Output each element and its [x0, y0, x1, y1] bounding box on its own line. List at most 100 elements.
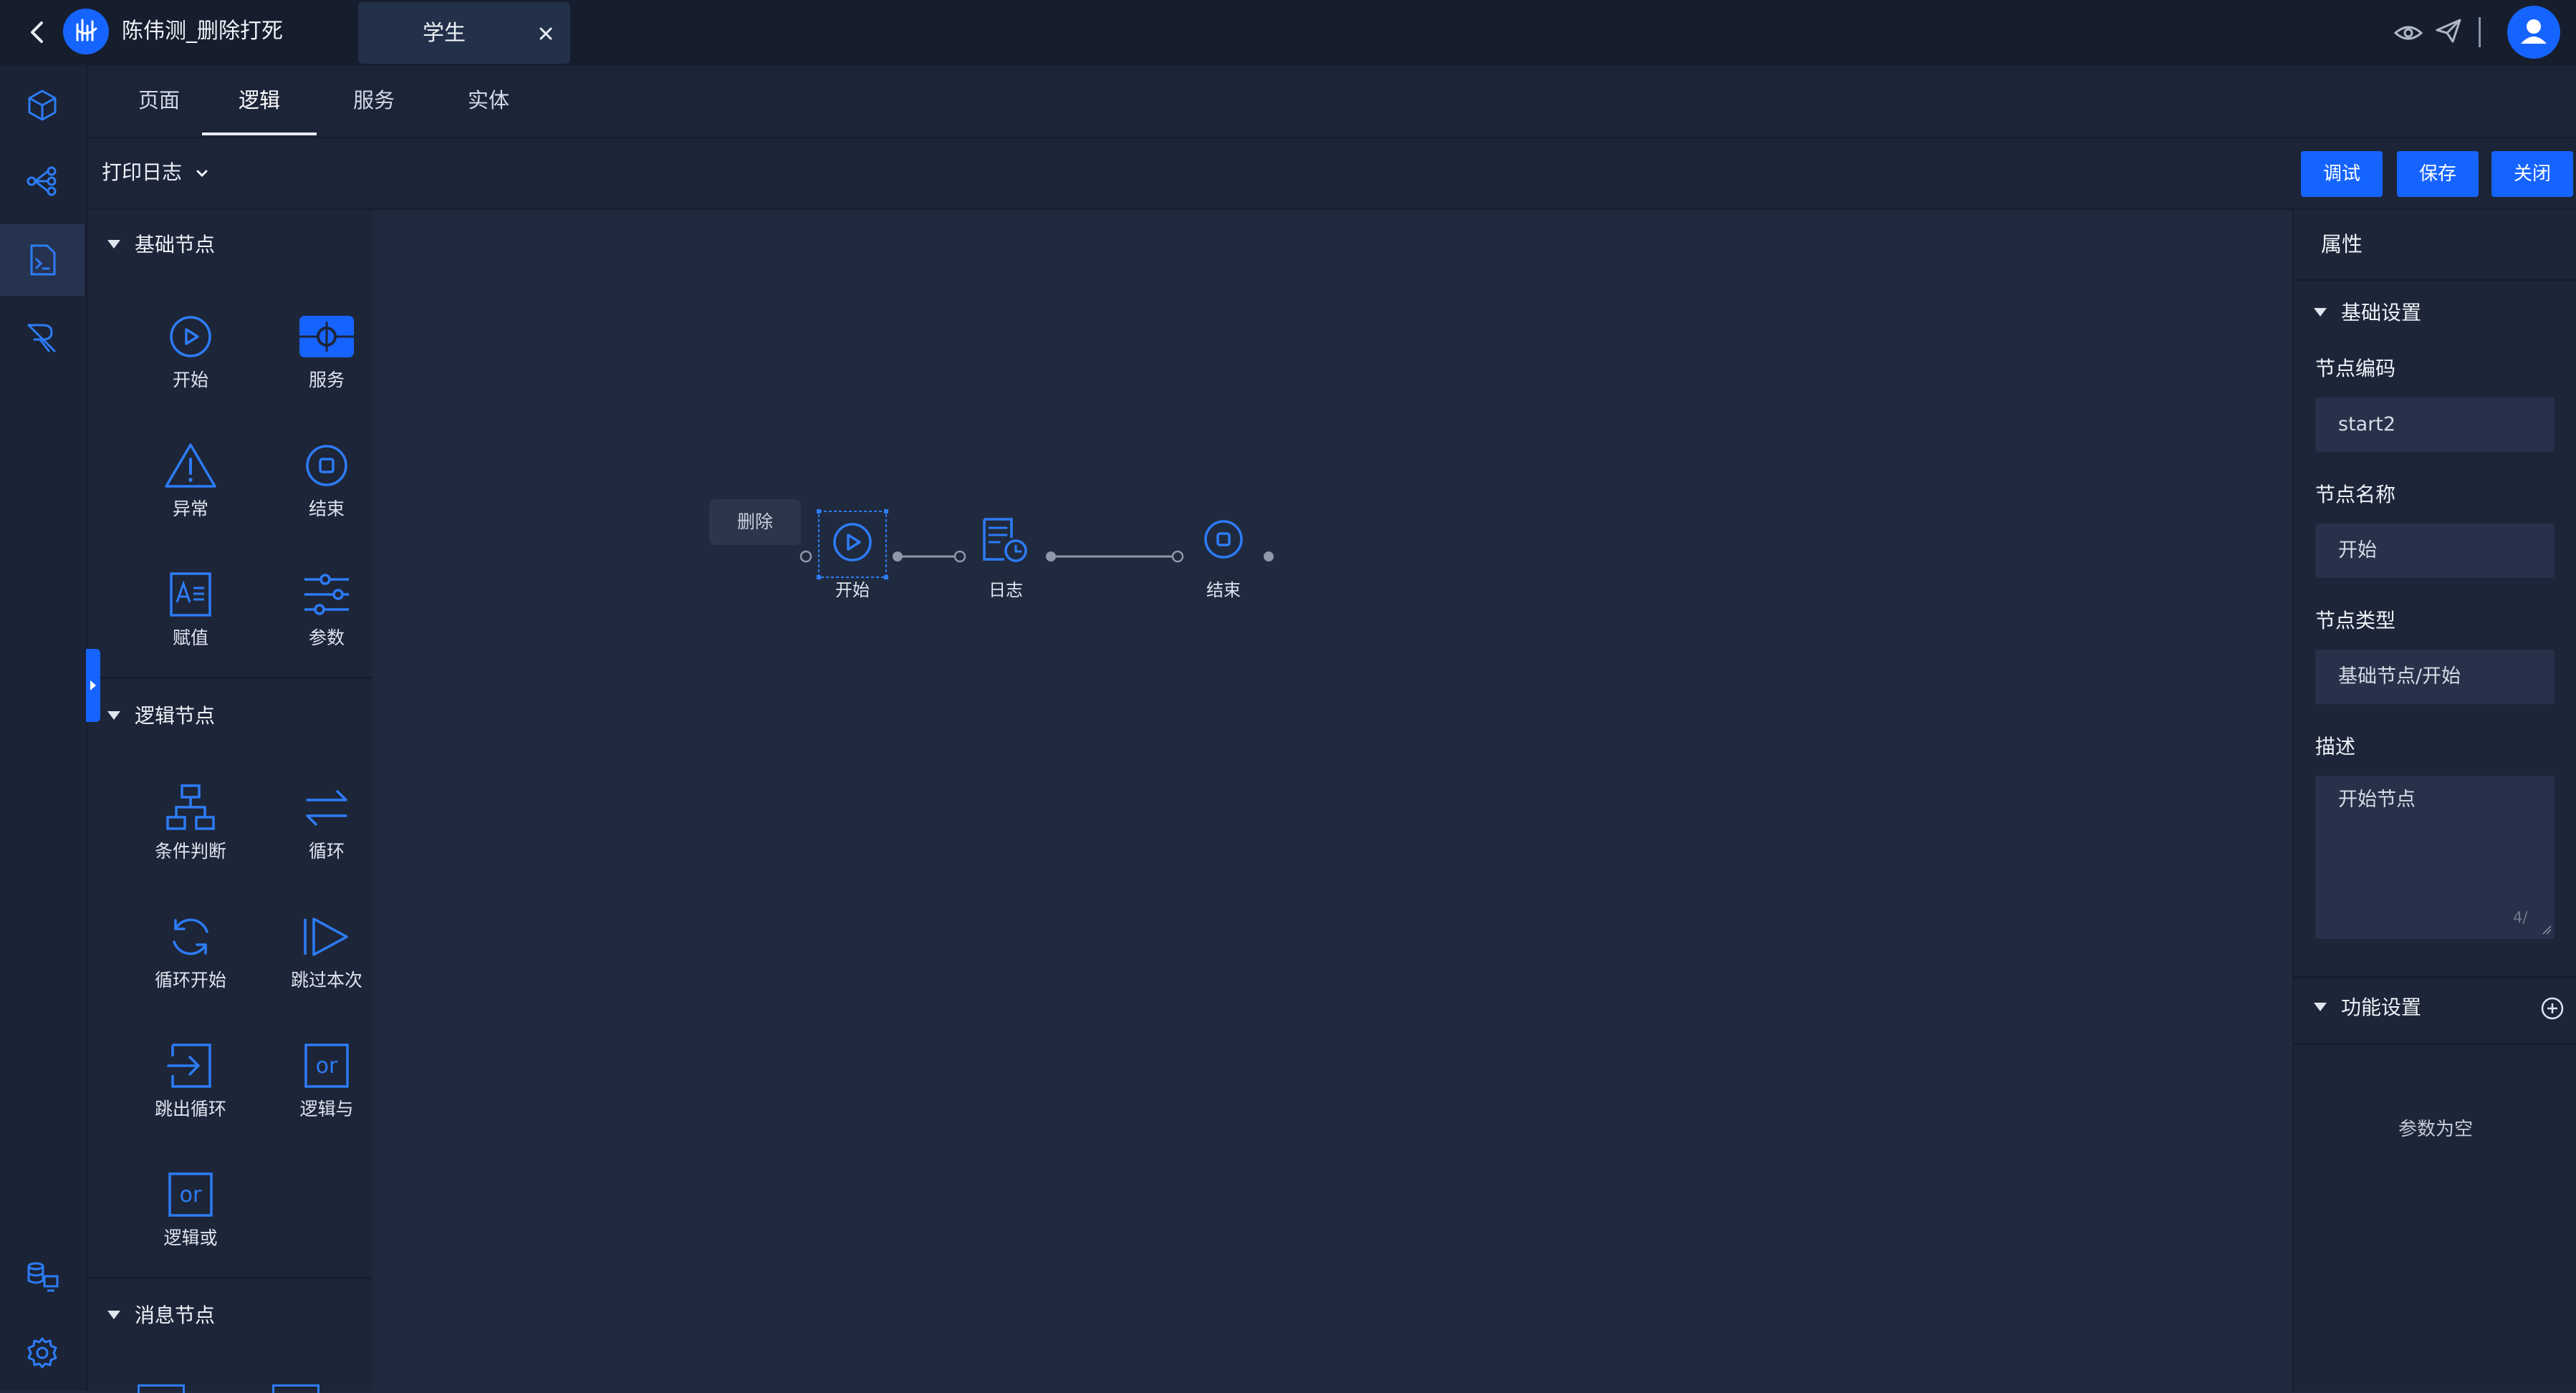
tab-entity[interactable]: 实体: [446, 65, 532, 135]
rail-item-database[interactable]: [0, 1241, 85, 1313]
partial-node-icon: [272, 1384, 319, 1393]
toolbar: 打印日志 调试 保存 关闭: [87, 138, 2576, 210]
palette-item-label: 逻辑与: [299, 1099, 354, 1119]
caret-down-icon: [107, 240, 120, 249]
palette-item-service[interactable]: 服务: [269, 312, 384, 405]
refresh-icon: [173, 918, 208, 955]
section-title: 功能设置: [2341, 996, 2422, 1019]
description-label: 描述: [2315, 735, 2356, 758]
palette-item-label: 逻辑或: [163, 1228, 218, 1248]
database-icon: [27, 1262, 59, 1292]
section-title: 逻辑节点: [135, 704, 216, 728]
collapse-panel-button[interactable]: [86, 649, 100, 722]
palette-item-end[interactable]: 结束: [269, 440, 384, 534]
palette-item-exception[interactable]: 异常: [133, 440, 248, 534]
divider: [87, 677, 373, 679]
save-button[interactable]: 保存: [2397, 151, 2479, 197]
section-logic-nodes[interactable]: 逻辑节点: [87, 692, 373, 742]
palette-item-loop-start[interactable]: 循环开始: [133, 912, 248, 1005]
palette-item-skip[interactable]: 跳过本次: [269, 912, 384, 1005]
rail-item-page[interactable]: [0, 69, 85, 141]
char-counter: 4/: [2513, 909, 2528, 926]
flow-node-label: 开始: [835, 580, 870, 600]
palette-item-label: 赋值: [172, 627, 208, 648]
palette-item-label: 循环开始: [154, 970, 226, 990]
app-logo-icon: [63, 9, 109, 54]
close-icon[interactable]: [533, 21, 559, 47]
rail-item-flow[interactable]: [0, 145, 85, 217]
properties-panel: 属性 基础设置 节点编码 start2 节点名称 开始 节点类型 基础节点/开始…: [2292, 210, 2576, 1391]
palette-item-assign[interactable]: 赋值: [133, 569, 248, 662]
back-arrow-icon[interactable]: [20, 14, 56, 50]
tab-logic[interactable]: 逻辑: [202, 65, 317, 135]
flow-node-log[interactable]: [980, 516, 1032, 565]
avatar[interactable]: [2507, 6, 2560, 59]
close-button[interactable]: 关闭: [2491, 151, 2573, 197]
debug-button[interactable]: 调试: [2301, 151, 2383, 197]
palette-item-break-loop[interactable]: 跳出循环: [133, 1041, 248, 1134]
node-name-label: 节点名称: [2315, 483, 2396, 506]
api-icon: [27, 324, 56, 352]
flow-node-start[interactable]: [830, 519, 875, 565]
flow-canvas[interactable]: 删除 开始 日志 结束: [374, 210, 2291, 1391]
node-palette: 基础节点 开始 服务 异常 结束 赋值 参数 逻辑节点 条件判断 循环 循环开始: [87, 210, 373, 1393]
logic-or-icon: or: [168, 1172, 213, 1217]
palette-item-logic-and[interactable]: or 逻辑与: [269, 1041, 384, 1134]
palette-item-params[interactable]: 参数: [269, 569, 384, 662]
flow-node-label: 结束: [1206, 580, 1241, 600]
tab-service[interactable]: 服务: [331, 65, 417, 135]
rail-item-api[interactable]: [0, 302, 85, 373]
description-textarea[interactable]: 开始节点 4/: [2315, 776, 2555, 939]
exit-loop-icon: [167, 1043, 211, 1088]
divider: [87, 1277, 373, 1279]
skip-icon: [304, 917, 348, 956]
node-name-field[interactable]: 开始: [2315, 524, 2555, 578]
palette-item-loop[interactable]: 循环: [269, 783, 384, 876]
svg-text:or: or: [180, 1182, 202, 1208]
logic-selector[interactable]: 打印日志: [102, 157, 210, 188]
section-message-nodes[interactable]: 消息节点: [87, 1291, 373, 1341]
node-code-field[interactable]: start2: [2315, 397, 2555, 452]
section-function-settings[interactable]: 功能设置: [2294, 983, 2576, 1033]
section-basic-nodes[interactable]: 基础节点: [87, 221, 373, 271]
app-title: 陈伟测_删除打死: [122, 19, 283, 44]
tab-page[interactable]: 页面: [116, 65, 202, 135]
chevron-down-icon: [196, 170, 208, 178]
logic-and-icon: or: [304, 1043, 349, 1088]
palette-item-start[interactable]: 开始: [133, 312, 248, 405]
branch-icon: [166, 784, 215, 830]
palette-item-label: 服务: [308, 370, 345, 390]
eye-icon[interactable]: [2391, 16, 2426, 50]
palette-item-condition[interactable]: 条件判断: [133, 783, 248, 876]
open-tab-label: 学生: [423, 21, 466, 46]
icon-rail: [0, 65, 87, 1391]
caret-down-icon: [107, 711, 120, 720]
rail-item-settings[interactable]: [0, 1317, 85, 1389]
add-param-icon[interactable]: [2540, 996, 2565, 1021]
sliders-icon: [304, 574, 349, 615]
flow-node-end[interactable]: [1201, 516, 1246, 562]
node-type-field: 基础节点/开始: [2315, 650, 2555, 704]
send-icon[interactable]: [2433, 14, 2464, 46]
palette-item-logic-or[interactable]: or 逻辑或: [133, 1170, 248, 1263]
warning-icon: [165, 443, 216, 488]
play-circle-icon: [170, 316, 211, 357]
gear-icon: [27, 1337, 57, 1369]
palette-item-label: 循环: [308, 841, 345, 862]
palette-item-label: 异常: [172, 498, 208, 519]
svg-text:or: or: [316, 1054, 338, 1079]
stop-circle-icon: [1204, 520, 1243, 559]
section-title: 基础节点: [135, 233, 216, 256]
section-title: 消息节点: [135, 1303, 216, 1327]
play-circle-icon: [833, 523, 872, 561]
palette-item-label: 条件判断: [154, 841, 226, 862]
rail-item-logic[interactable]: [0, 224, 85, 296]
script-icon: [30, 244, 56, 276]
section-basic-settings[interactable]: 基础设置: [2294, 289, 2576, 339]
caret-down-icon: [107, 1311, 120, 1319]
divider: [2479, 17, 2481, 47]
flow-icon: [27, 166, 57, 196]
open-tab[interactable]: 学生: [358, 2, 570, 64]
resize-handle-icon[interactable]: [2542, 925, 2552, 935]
caret-down-icon: [2314, 308, 2327, 317]
